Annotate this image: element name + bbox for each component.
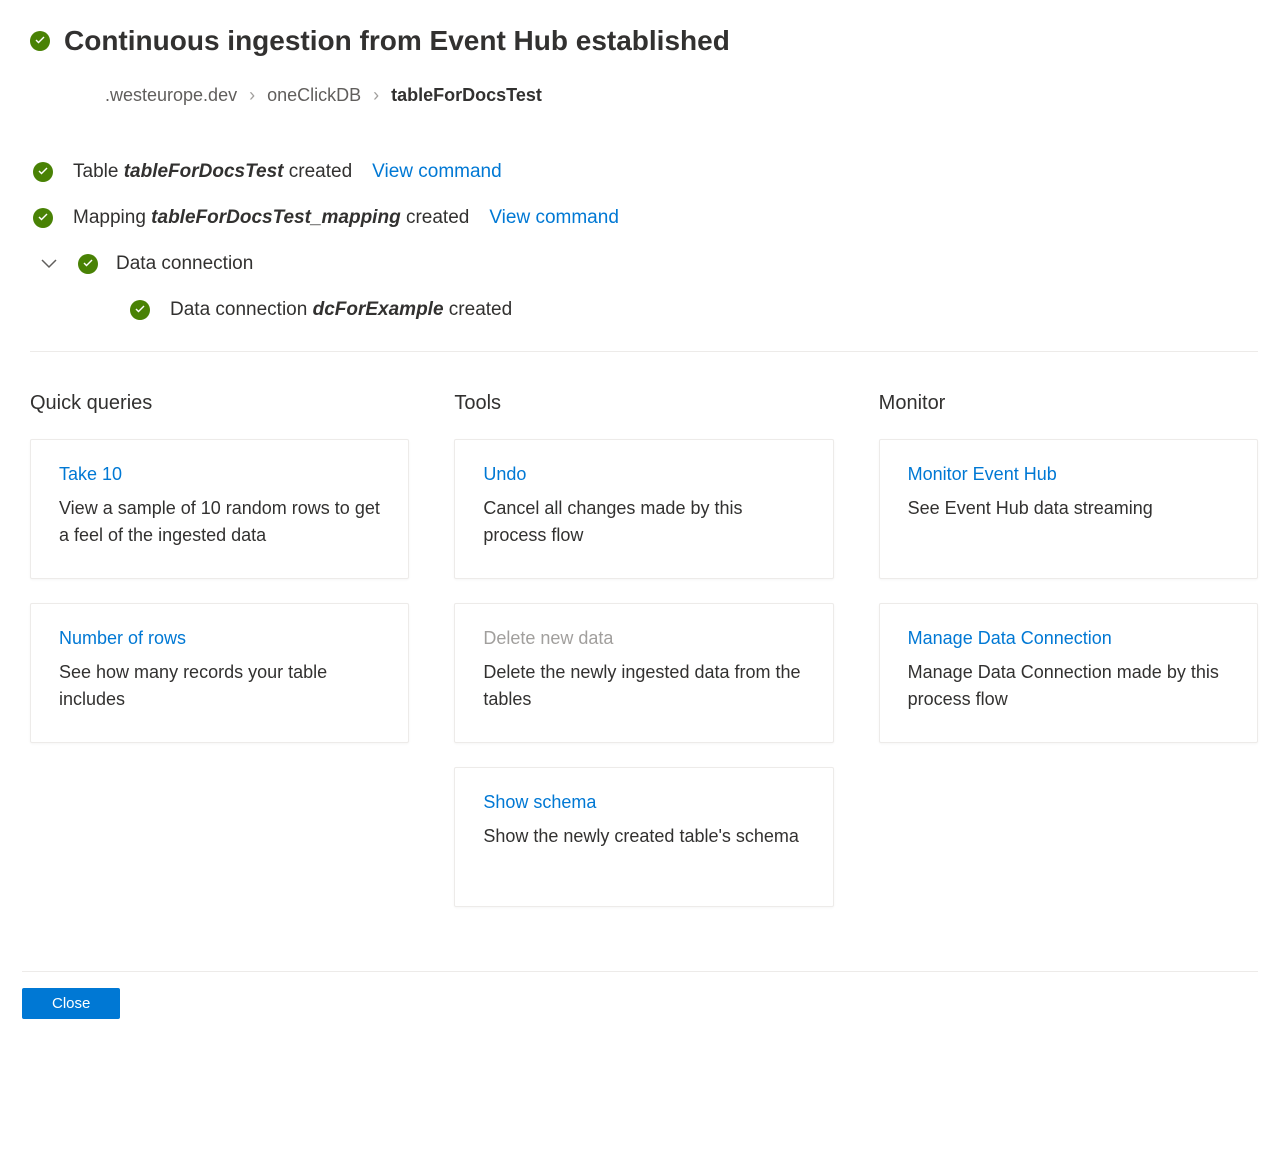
- card-title[interactable]: Monitor Event Hub: [908, 464, 1229, 485]
- quick-queries-column: Quick queries Take 10 View a sample of 1…: [30, 392, 409, 931]
- footer: Close: [22, 971, 1258, 1039]
- chevron-right-icon: ›: [373, 85, 379, 106]
- success-icon: [33, 162, 53, 182]
- breadcrumb: .westeurope.dev › oneClickDB › tableForD…: [105, 85, 1258, 106]
- view-command-link[interactable]: View command: [489, 207, 619, 229]
- chevron-down-icon[interactable]: [38, 253, 60, 275]
- card-desc: Cancel all changes made by this process …: [483, 495, 804, 549]
- card-manage-data-connection[interactable]: Manage Data Connection Manage Data Conne…: [879, 603, 1258, 743]
- card-undo[interactable]: Undo Cancel all changes made by this pro…: [454, 439, 833, 579]
- data-connection-sub-status: Data connection dcForExample created: [30, 299, 1258, 321]
- card-title: Delete new data: [483, 628, 804, 649]
- status-text: Table tableForDocsTest created: [73, 161, 352, 183]
- page-title: Continuous ingestion from Event Hub esta…: [64, 25, 730, 57]
- card-desc: Delete the newly ingested data from the …: [483, 659, 804, 713]
- status-table-created: Table tableForDocsTest created View comm…: [30, 161, 1258, 183]
- card-monitor-event-hub[interactable]: Monitor Event Hub See Event Hub data str…: [879, 439, 1258, 579]
- status-mapping-created: Mapping tableForDocsTest_mapping created…: [30, 207, 1258, 229]
- success-icon: [130, 300, 150, 320]
- breadcrumb-database[interactable]: oneClickDB: [267, 85, 361, 106]
- action-columns: Quick queries Take 10 View a sample of 1…: [30, 392, 1258, 931]
- card-desc: Show the newly created table's schema: [483, 823, 804, 850]
- card-title[interactable]: Take 10: [59, 464, 380, 485]
- card-delete-new-data: Delete new data Delete the newly ingeste…: [454, 603, 833, 743]
- card-number-of-rows[interactable]: Number of rows See how many records your…: [30, 603, 409, 743]
- card-title[interactable]: Undo: [483, 464, 804, 485]
- card-title[interactable]: Manage Data Connection: [908, 628, 1229, 649]
- card-take-10[interactable]: Take 10 View a sample of 10 random rows …: [30, 439, 409, 579]
- monitor-column: Monitor Monitor Event Hub See Event Hub …: [879, 392, 1258, 931]
- column-title: Tools: [454, 392, 833, 415]
- card-desc: See how many records your table includes: [59, 659, 380, 713]
- close-button[interactable]: Close: [22, 988, 120, 1019]
- view-command-link[interactable]: View command: [372, 161, 502, 183]
- column-title: Monitor: [879, 392, 1258, 415]
- breadcrumb-cluster[interactable]: .westeurope.dev: [105, 85, 237, 106]
- success-icon: [33, 208, 53, 228]
- status-text: Data connection dcForExample created: [170, 299, 512, 321]
- breadcrumb-table: tableForDocsTest: [391, 85, 542, 106]
- success-icon: [78, 254, 98, 274]
- status-text: Mapping tableForDocsTest_mapping created: [73, 207, 469, 229]
- card-title[interactable]: Show schema: [483, 792, 804, 813]
- header-row: Continuous ingestion from Event Hub esta…: [30, 25, 1258, 57]
- column-title: Quick queries: [30, 392, 409, 415]
- success-icon: [30, 31, 50, 51]
- card-show-schema[interactable]: Show schema Show the newly created table…: [454, 767, 833, 907]
- data-connection-toggle-row: Data connection: [30, 253, 1258, 275]
- card-title[interactable]: Number of rows: [59, 628, 380, 649]
- card-desc: View a sample of 10 random rows to get a…: [59, 495, 380, 549]
- data-connection-label: Data connection: [116, 253, 253, 275]
- card-desc: See Event Hub data streaming: [908, 495, 1229, 522]
- chevron-right-icon: ›: [249, 85, 255, 106]
- divider: [30, 351, 1258, 352]
- card-desc: Manage Data Connection made by this proc…: [908, 659, 1229, 713]
- tools-column: Tools Undo Cancel all changes made by th…: [454, 392, 833, 931]
